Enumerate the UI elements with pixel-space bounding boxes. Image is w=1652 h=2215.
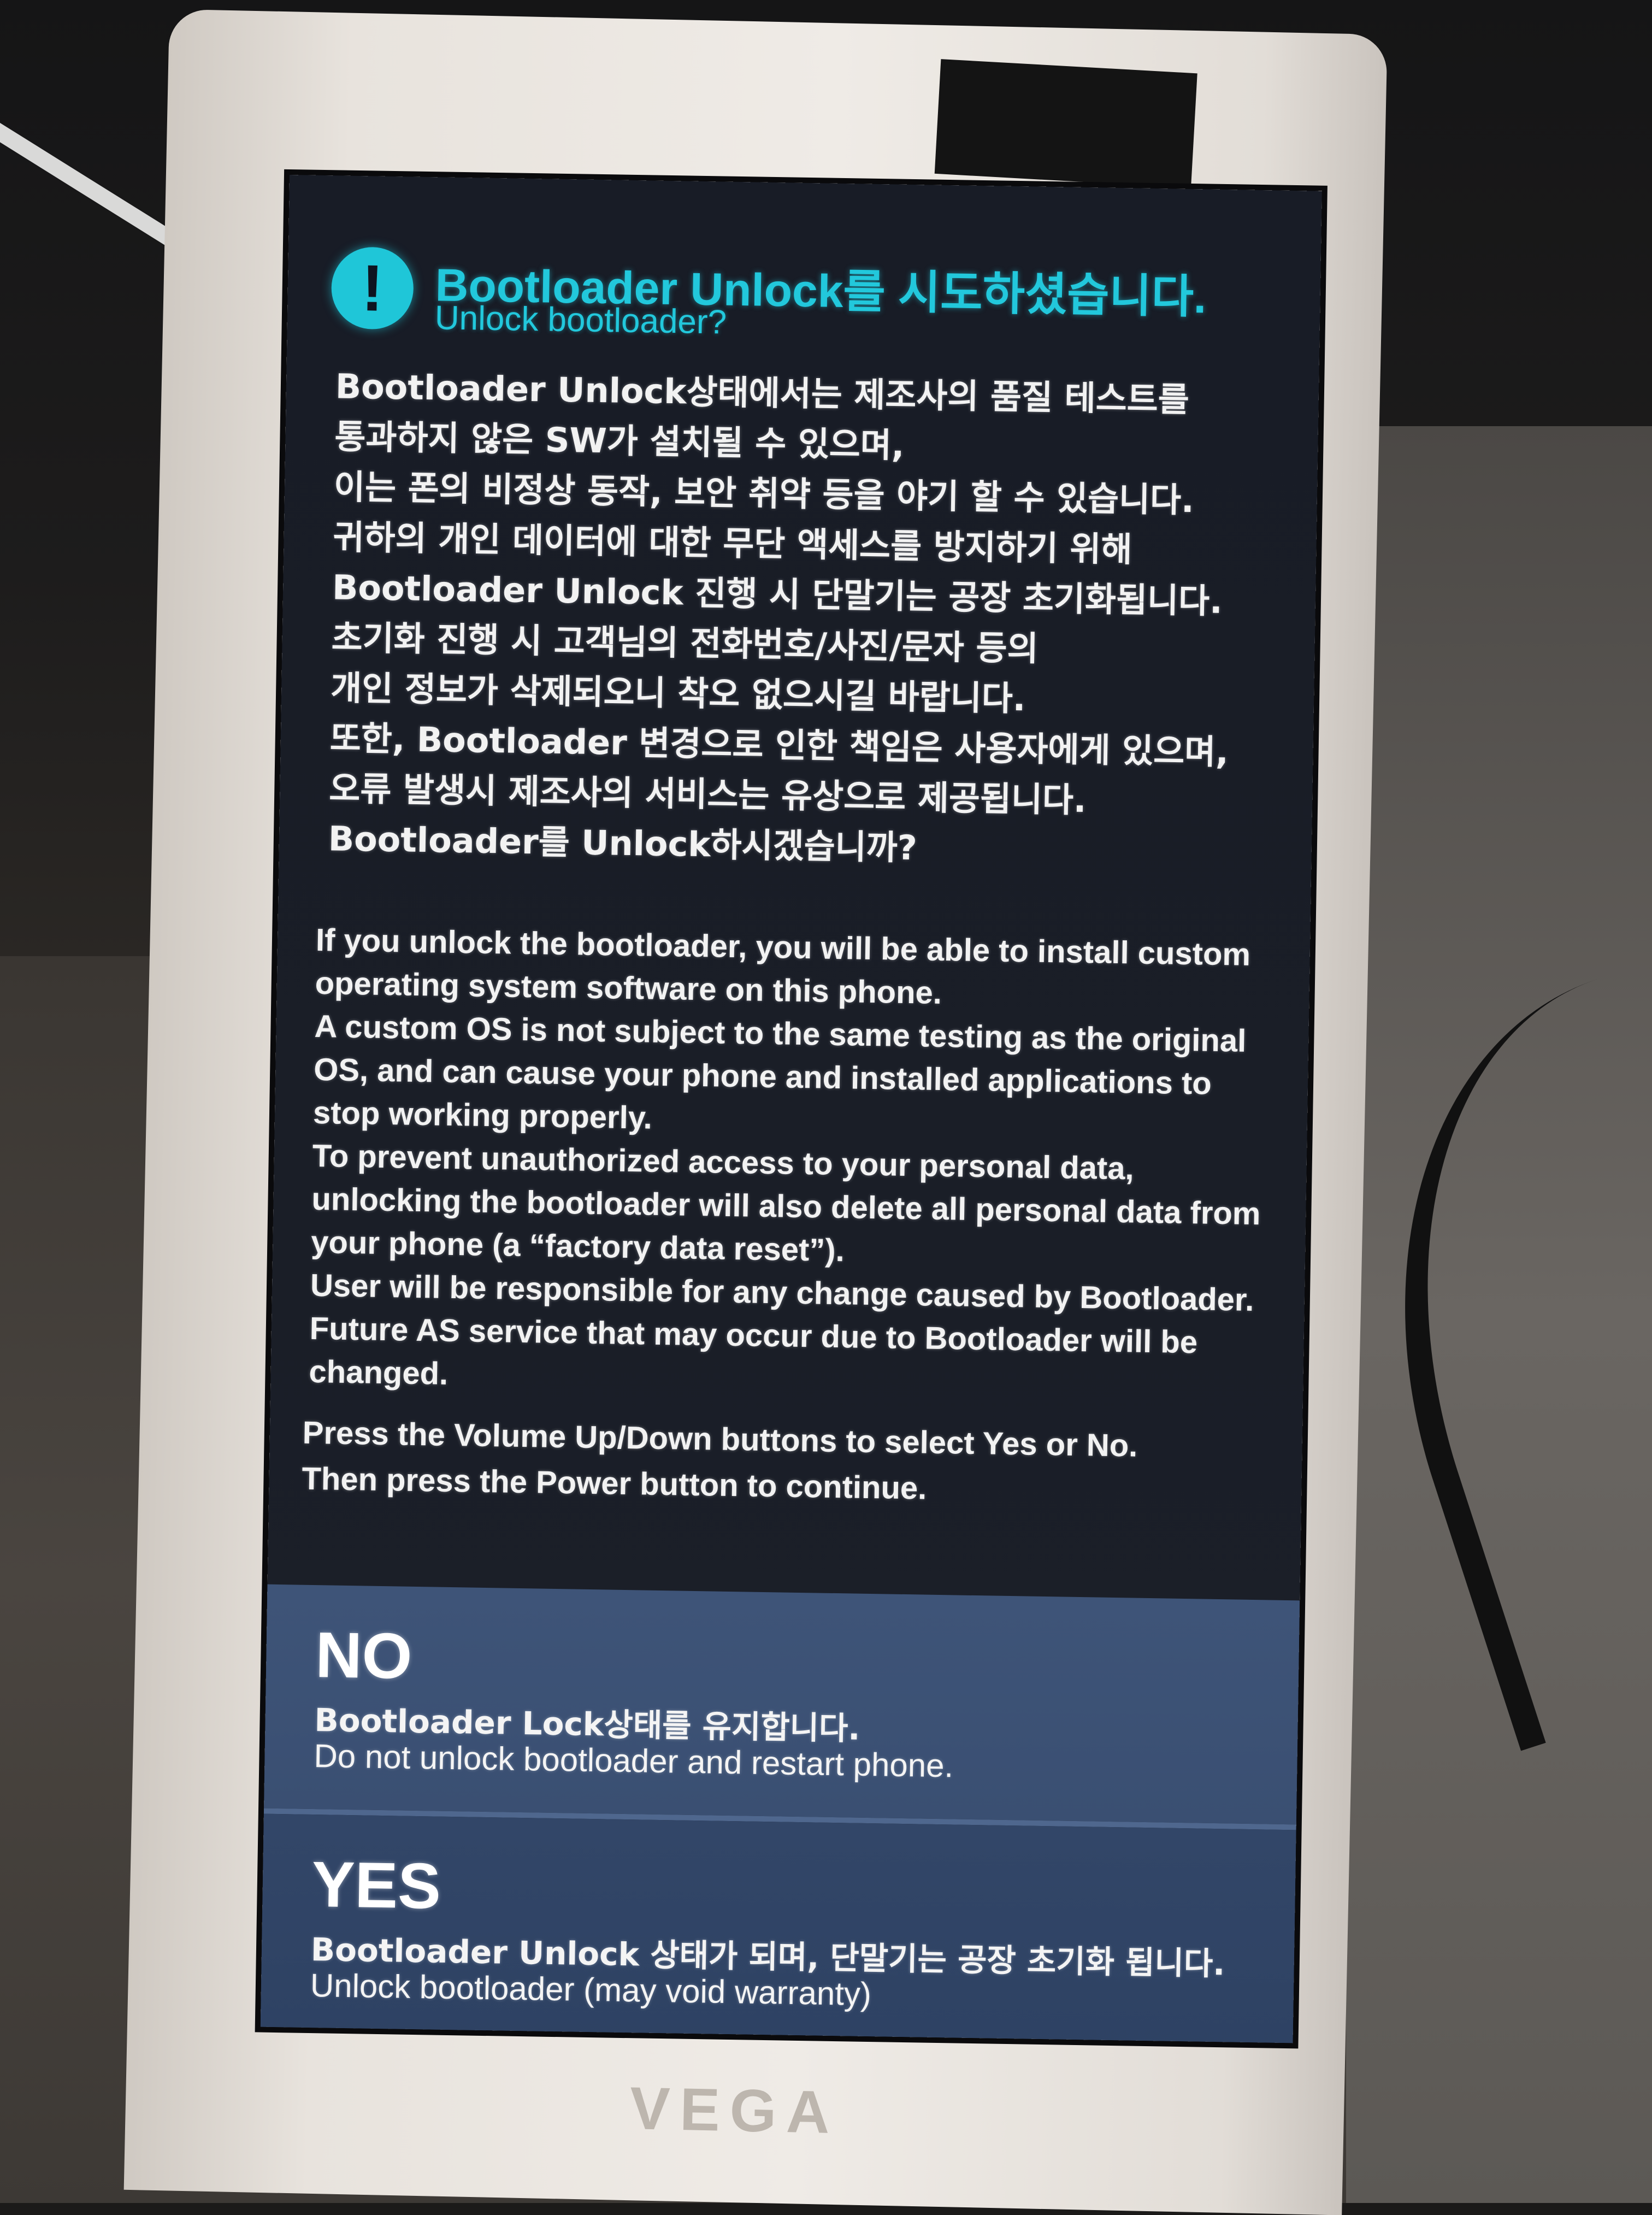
english-warning-text: If you unlock the bootloader, you will b…	[309, 918, 1277, 1409]
yes-option-label: YES	[311, 1848, 441, 1923]
no-option-label: NO	[315, 1619, 413, 1693]
bootloader-screen: ! Bootloader Unlock를 시도하셨습니다. Unlock boo…	[260, 175, 1322, 2043]
yes-option-english: Unlock bootloader (may void warranty)	[310, 1967, 872, 2013]
camera-tape	[934, 59, 1197, 188]
dialog-header: ! Bootloader Unlock를 시도하셨습니다. Unlock boo…	[331, 246, 1294, 371]
exclamation-icon: !	[331, 246, 414, 330]
brand-logo: VEGA	[629, 2075, 841, 2147]
korean-warning-text: Bootloader Unlock상태에서는 제조사의 품질 테스트를 통과하지…	[328, 361, 1286, 879]
yes-option[interactable]: YES Bootloader Unlock 상태가 되며, 단말기는 공장 초기…	[260, 1813, 1296, 2043]
no-option[interactable]: NO Bootloader Lock상태를 유지합니다. Do not unlo…	[264, 1584, 1300, 1825]
dialog-subtitle: Unlock bootloader?	[434, 299, 727, 341]
button-instructions: Press the Volume Up/Down buttons to sele…	[302, 1410, 1264, 1517]
